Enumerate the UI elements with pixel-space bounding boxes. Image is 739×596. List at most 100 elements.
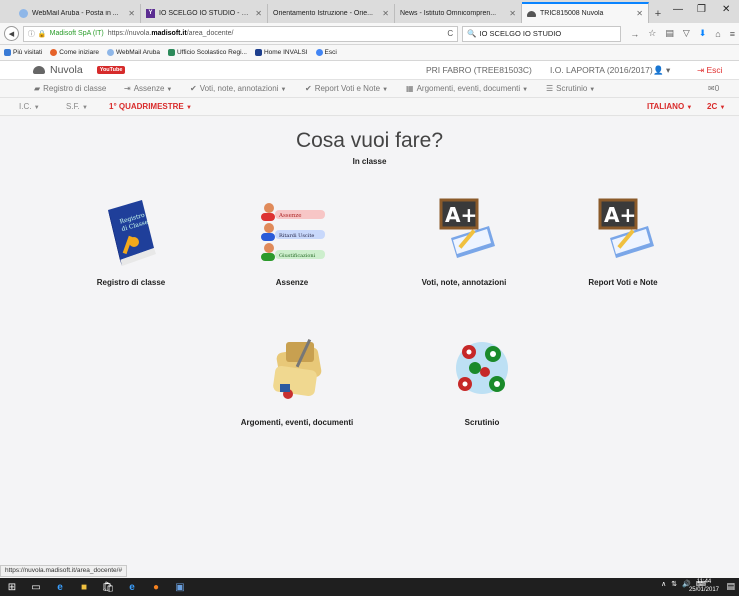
menu-scrutinio[interactable]: ☰ Scrutinio ▼	[546, 84, 595, 93]
home-icon[interactable]: ⌂	[715, 29, 720, 39]
youtube-icon[interactable]: YouTube	[96, 66, 126, 74]
card-registro[interactable]: Registro di Classe Registro di classe	[61, 192, 201, 287]
envelope-icon: ✉	[708, 84, 715, 93]
caret-down-icon: ▼	[280, 87, 287, 93]
minimize-button[interactable]: —	[673, 4, 683, 15]
messages-button[interactable]: ✉0	[708, 84, 719, 93]
tab-label: IO SCELGO IO STUDIO - Ri...	[159, 10, 253, 17]
caret-down-icon: ▼	[186, 105, 192, 111]
reload-icon[interactable]: C	[447, 29, 453, 38]
user-menu[interactable]: 👤 ▾	[653, 65, 670, 76]
caret-down-icon: ▼	[589, 87, 596, 93]
bookmark-webmail[interactable]: WebMail Aruba	[107, 49, 160, 56]
subject-dropdown[interactable]: ITALIANO ▼	[647, 102, 692, 111]
windows-start-icon[interactable]: ⊞	[0, 578, 24, 596]
tab-label: WebMail Aruba - Posta in ...	[32, 10, 119, 17]
taskbar-clock[interactable]: 11:44 25/01/2017	[689, 579, 719, 594]
registro-book-icon: Registro di Classe	[96, 192, 166, 272]
class-dropdown[interactable]: 2C ▼	[707, 102, 725, 111]
menu-voti[interactable]: ✔ Voti, note, annotazioni ▼	[190, 84, 286, 93]
close-icon[interactable]: ✕	[509, 9, 516, 18]
close-icon[interactable]: ✕	[255, 9, 262, 18]
store-icon[interactable]: 🛍	[96, 578, 120, 596]
caret-down-icon: ▼	[719, 105, 726, 111]
task-view-icon[interactable]: ▭	[24, 578, 48, 596]
cloud-icon	[527, 10, 536, 17]
pocket-icon[interactable]: ▽	[683, 28, 690, 39]
menu-icon[interactable]: ≡	[730, 29, 735, 39]
menu-argomenti[interactable]: ▦ Argomenti, eventi, documenti ▼	[406, 84, 528, 93]
file-explorer-icon[interactable]: ■	[72, 578, 96, 596]
edge-icon[interactable]: e	[48, 578, 72, 596]
ie-icon[interactable]: e	[120, 578, 144, 596]
maximize-button[interactable]: ❐	[697, 4, 706, 15]
svg-text:A+: A+	[604, 203, 636, 227]
firefox-icon[interactable]: ●	[144, 578, 168, 596]
window-close-button[interactable]: ✕	[722, 4, 730, 15]
card-label: Argomenti, eventi, documenti	[240, 418, 354, 427]
card-voti[interactable]: A+ Voti, note, annotazioni	[394, 192, 534, 287]
browser-tab-webmail[interactable]: WebMail Aruba - Posta in ... ✕	[14, 4, 141, 23]
caret-down-icon: ▼	[33, 105, 40, 111]
bookmark-star-icon[interactable]: ☆	[648, 28, 656, 39]
caret-down-icon: ▼	[82, 105, 88, 111]
download-icon[interactable]: ⬇	[699, 28, 707, 39]
new-tab-button[interactable]: +	[649, 4, 667, 23]
sf-dropdown[interactable]: S.F. ▼	[66, 102, 88, 111]
card-scrutinio[interactable]: Scrutinio	[412, 332, 552, 427]
app-icon[interactable]: ▣	[168, 578, 192, 596]
cloud-icon	[33, 66, 45, 74]
bookmark-piu-visitati[interactable]: Più visitati	[4, 49, 42, 56]
chevron-up-icon[interactable]: ∧	[661, 580, 666, 588]
url-path: /area_docente/	[186, 30, 234, 37]
browser-tab-ioscelgo[interactable]: Y IO SCELGO IO STUDIO - Ri... ✕	[141, 4, 268, 23]
main-content: Cosa vuoi fare? In classe Registro di Cl…	[0, 117, 739, 571]
clipboard-icon[interactable]: ▤	[665, 28, 674, 39]
arrow-right-icon[interactable]: →	[630, 29, 639, 39]
network-icon[interactable]: ⇅	[671, 580, 677, 588]
menu-report[interactable]: ✔ Report Voti e Note ▼	[305, 84, 388, 93]
close-icon[interactable]: ✕	[382, 9, 389, 18]
card-assenze[interactable]: Assenze Ritardi Uscite Giustificazioni A…	[222, 192, 362, 287]
browser-tab-news[interactable]: News - Istituto Omnicompren... ✕	[395, 4, 522, 23]
notification-icon[interactable]: ▤	[726, 581, 735, 592]
bookmark-esci[interactable]: Esci	[315, 49, 337, 56]
assenze-line-2: Ritardi Uscite	[279, 233, 314, 239]
browser-tab-nuvola[interactable]: TRIC815008 Nuvola ✕	[522, 2, 649, 23]
url-bar[interactable]: ⓘ 🔒 Madisoft SpA (IT) https://nuvola. mad…	[22, 25, 459, 42]
app-name: Nuvola	[50, 64, 83, 76]
period-dropdown[interactable]: 1° QUADRIMESTRE ▼	[109, 102, 192, 111]
menu-registro[interactable]: ▰ Registro di classe	[34, 84, 106, 93]
status-url: https://nuvola.madisoft.it/area_docente/…	[0, 565, 128, 577]
browser-navbar: ◀ ⓘ 🔒 Madisoft SpA (IT) https://nuvola. m…	[0, 23, 739, 45]
assenze-line-3: Giustificazioni	[279, 253, 316, 259]
info-icon[interactable]: ⓘ	[28, 29, 35, 39]
back-button[interactable]: ◀	[4, 26, 19, 41]
svg-text:A+: A+	[445, 203, 477, 227]
url-host: madisoft.it	[151, 30, 187, 37]
exit-link[interactable]: ⇥ Esci	[697, 65, 723, 76]
browser-tab-orientamento[interactable]: Orientamento Istruzione - Orie... ✕	[268, 4, 395, 23]
ic-dropdown[interactable]: I.C. ▼	[19, 102, 40, 111]
card-label: Registro di classe	[96, 278, 166, 287]
webmail-icon	[19, 9, 28, 18]
section-subtitle: In classe	[352, 157, 387, 166]
card-argomenti[interactable]: Argomenti, eventi, documenti	[217, 332, 377, 427]
app-header: Nuvola YouTube PRI FABRO (TREE81503C) I.…	[0, 61, 739, 80]
signin-icon: ⇥	[124, 84, 131, 93]
tab-label: TRIC815008 Nuvola	[540, 10, 604, 17]
main-menubar: ▰ Registro di classe ⇥ Assenze ▼ ✔ Voti, not…	[0, 80, 739, 98]
bookmark-come-iniziare[interactable]: Come iniziare	[50, 49, 99, 56]
yahoo-icon: Y	[146, 9, 155, 18]
card-report[interactable]: A+ Report Voti e Note	[553, 192, 693, 287]
app-logo[interactable]: Nuvola	[33, 64, 83, 76]
close-icon[interactable]: ✕	[128, 9, 135, 18]
billiard-balls-icon	[447, 332, 517, 412]
search-input[interactable]: 🔍 IO SCELGO IO STUDIO	[462, 25, 622, 42]
bookmark-ufficio[interactable]: Ufficio Scolastico Regi...	[167, 49, 247, 56]
close-icon[interactable]: ✕	[636, 9, 643, 18]
bookmark-invalsi[interactable]: Home INVALSI	[254, 49, 308, 56]
context-bar: I.C. ▼ S.F. ▼ 1° QUADRIMESTRE ▼ ITALIANO…	[0, 98, 739, 116]
scroll-documents-icon	[262, 332, 332, 412]
menu-assenze[interactable]: ⇥ Assenze ▼	[124, 84, 172, 93]
